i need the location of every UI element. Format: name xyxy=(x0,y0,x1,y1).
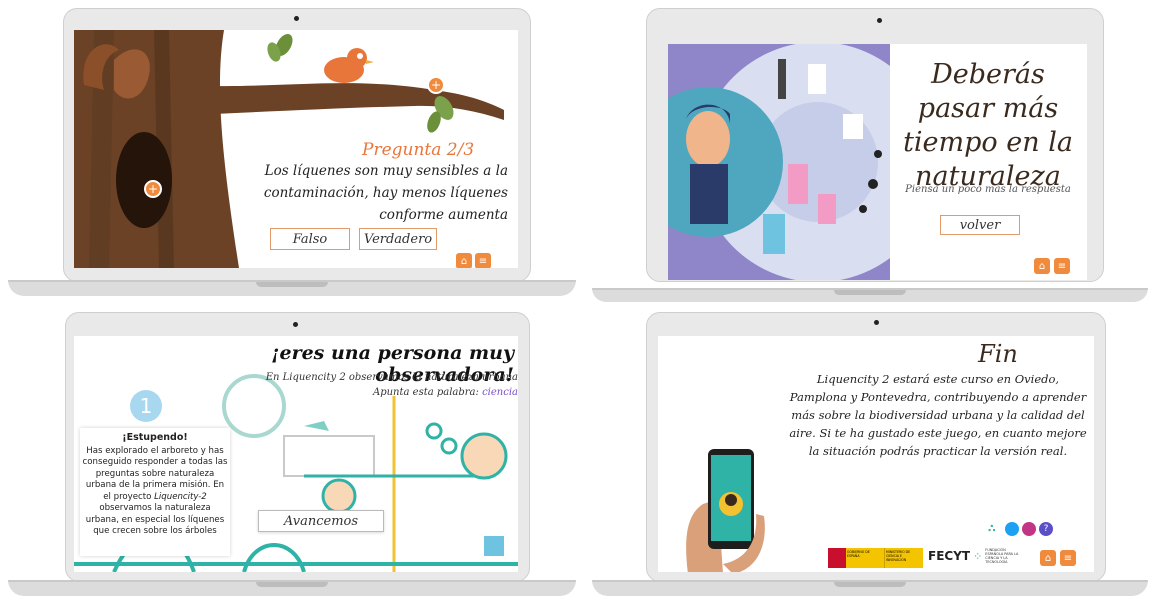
fecyt-logo: FECYT ⁘ FUNDACIÓN ESPAÑOLA PARA LA CIENC… xyxy=(928,548,1021,564)
twitter-icon[interactable] xyxy=(1005,522,1019,536)
card-text: Has explorado el arboreto y has consegui… xyxy=(82,446,228,538)
laptop-panel-1: + + Pregunta 2/3 Los líquenes son muy se… xyxy=(8,8,576,298)
webcam-dot xyxy=(874,320,879,325)
success-card: ¡Estupendo! Has explorado el arboreto y … xyxy=(80,428,230,556)
instagram-icon[interactable] xyxy=(1022,522,1036,536)
continue-button[interactable]: Avancemos xyxy=(258,510,384,532)
home-icon[interactable]: ⌂ xyxy=(1034,258,1050,274)
card-title: ¡Estupendo! xyxy=(122,432,188,443)
laptop-notch xyxy=(256,282,328,287)
screen-question: + + Pregunta 2/3 Los líquenes son muy se… xyxy=(74,30,518,268)
feedback-heading: Deberás pasar más tiempo en la naturalez… xyxy=(903,59,1073,192)
home-icon[interactable]: ⌂ xyxy=(1040,550,1056,566)
laptop-notch xyxy=(834,290,906,295)
fecyt-dots-icon: ⁘ xyxy=(973,549,983,563)
card-text-project: Liquencity-2 xyxy=(154,491,207,502)
home-icon[interactable]: ⌂ xyxy=(456,253,472,268)
subtitle-line-2: Apunta esta palabra: ciencia xyxy=(254,385,518,400)
government-logo: GOBIERNO DE ESPAÑA MINISTERIO DE CIENCIA… xyxy=(828,548,923,568)
fecyt-subtitle: FUNDACIÓN ESPAÑOLA PARA LA CIENCIA Y LA … xyxy=(985,548,1019,564)
false-button[interactable]: Falso xyxy=(270,228,350,250)
true-button[interactable]: Verdadero xyxy=(359,228,437,250)
gov-label-2: MINISTERIO DE CIENCIA E INNOVACIÓN xyxy=(884,548,923,568)
hotspot-hole-plus[interactable]: + xyxy=(144,180,162,198)
question-title: Pregunta 2/3 xyxy=(362,140,475,160)
city-illustration xyxy=(668,44,890,280)
screen-success: ¡eres una persona muy observadora! En Li… xyxy=(74,336,518,572)
card-text-part-2: observamos la naturaleza urbana, en espe… xyxy=(85,503,225,536)
menu-icon[interactable]: ≡ xyxy=(1054,258,1070,274)
spain-coat-of-arms-icon xyxy=(828,548,846,568)
laptop-notch xyxy=(256,582,328,587)
back-button[interactable]: volver xyxy=(940,215,1020,235)
end-heading: Fin xyxy=(978,340,1018,368)
step-number-badge: 1 xyxy=(130,390,162,422)
screen-feedback: Deberás pasar más tiempo en la naturalez… xyxy=(668,44,1087,280)
menu-icon[interactable]: ≡ xyxy=(475,253,491,268)
phone-in-hand-illustration xyxy=(686,449,765,572)
hotspot-branch-plus[interactable]: + xyxy=(427,76,445,94)
laptop-panel-4: Fin Liquencity 2 estará este curso en Ov… xyxy=(592,312,1148,597)
subtitle-prefix: Apunta esta palabra: xyxy=(372,387,483,398)
subtitle-line-1: En Liquencity 2 observamos la naturaleza… xyxy=(265,372,518,383)
help-icon[interactable]: ? xyxy=(1039,522,1053,536)
webcam-dot xyxy=(293,322,298,327)
laptop-panel-3: ¡eres una persona muy observadora! En Li… xyxy=(8,312,576,597)
laptop-notch xyxy=(834,582,906,587)
laptop-panel-2: Deberás pasar más tiempo en la naturalez… xyxy=(592,8,1148,302)
webcam-dot xyxy=(294,16,299,21)
fecyt-label: FECYT xyxy=(928,549,971,563)
social-icons: ∴ ? xyxy=(988,522,1053,536)
end-body: Liquencity 2 estará este curso en Oviedo… xyxy=(789,372,1087,458)
liquencity-logo-icon[interactable]: ∴ xyxy=(988,522,1002,536)
subtitle-keyword: ciencia xyxy=(482,387,518,398)
question-text: Los líquenes son muy sensibles a la cont… xyxy=(263,163,508,223)
success-subtitle: En Liquencity 2 observamos la naturaleza… xyxy=(254,370,518,400)
screen-end: Fin Liquencity 2 estará este curso en Ov… xyxy=(658,336,1094,572)
feedback-hint: Piensa un poco más la respuesta xyxy=(905,184,1071,195)
menu-icon[interactable]: ≡ xyxy=(1060,550,1076,566)
gov-label-1: GOBIERNO DE ESPAÑA xyxy=(846,548,884,568)
webcam-dot xyxy=(877,18,882,23)
